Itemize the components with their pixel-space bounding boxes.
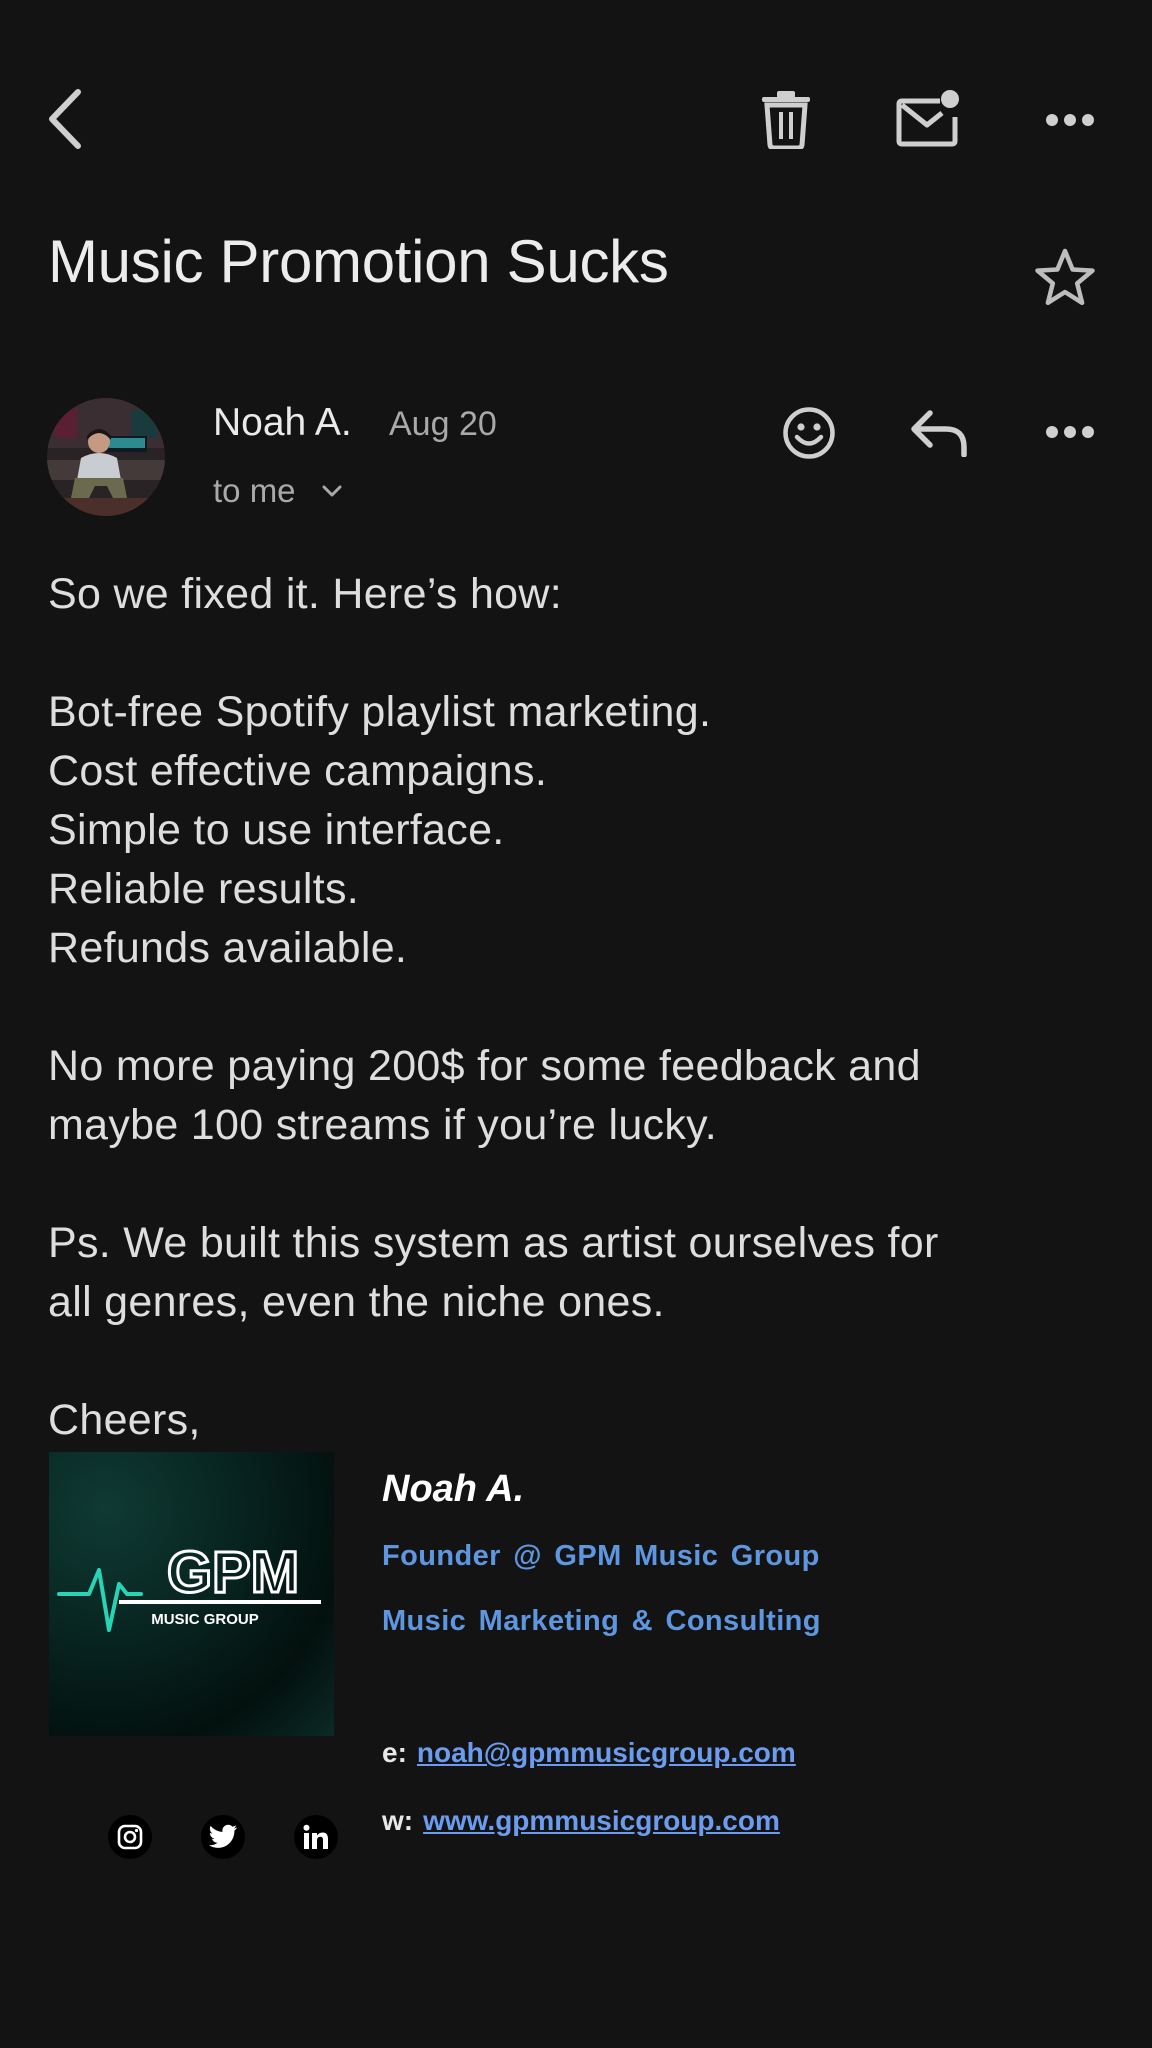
message-more-button[interactable] (1040, 412, 1100, 452)
reply-button[interactable] (906, 406, 972, 460)
linkedin-icon (303, 1824, 328, 1849)
sender-name[interactable]: Noah A. (213, 399, 352, 447)
email-label: e: (382, 1737, 407, 1768)
logo-subtext: MUSIC GROUP (151, 1611, 259, 1628)
star-icon (1035, 248, 1095, 306)
instagram-link[interactable] (108, 1815, 152, 1859)
company-logo: GPM MUSIC GROUP (49, 1452, 334, 1736)
body-paragraph-line: maybe 100 streams if you’re lucky. (48, 1101, 717, 1149)
signature-name: Noah A. (382, 1468, 525, 1510)
logo-text: GPM (167, 1540, 299, 1605)
instagram-icon (117, 1824, 143, 1850)
emoji-icon (783, 407, 835, 459)
email-view: Music Promotion Sucks Noah A. Aug 20 to … (0, 0, 1152, 2048)
web-label: w: (382, 1805, 414, 1836)
star-button[interactable] (1030, 244, 1100, 310)
body-point: Simple to use interface. (48, 806, 505, 854)
twitter-link[interactable] (201, 1815, 245, 1859)
add-reaction-button[interactable] (778, 402, 840, 464)
body-point: Cost effective campaigns. (48, 747, 548, 795)
gpm-logo-graphic: GPM MUSIC GROUP (57, 1539, 321, 1632)
body-paragraph-line: all genres, even the niche ones. (48, 1278, 665, 1326)
body-signoff: Cheers, (48, 1396, 201, 1444)
mark-unread-button[interactable] (894, 88, 964, 150)
delete-button[interactable] (756, 88, 816, 152)
avatar-photo (47, 398, 165, 516)
body-intro: So we fixed it. Here’s how: (48, 570, 562, 618)
back-arrow-icon (49, 89, 81, 149)
recipient-label: to me (213, 472, 296, 509)
body-point: Reliable results. (48, 865, 360, 913)
trash-icon (762, 91, 810, 149)
email-subject: Music Promotion Sucks (48, 228, 669, 295)
sender-avatar[interactable] (47, 398, 165, 516)
email-link[interactable]: noah@gpmmusicgroup.com (417, 1736, 796, 1770)
signature-title: Founder @ GPM Music Group (382, 1540, 820, 1572)
website-link[interactable]: www.gpmmusicgroup.com (423, 1804, 780, 1838)
mail-unread-icon (896, 90, 959, 147)
signature-email-row: e: noah@gpmmusicgroup.com (382, 1736, 796, 1770)
body-paragraph-line: Ps. We built this system as artist ourse… (48, 1219, 939, 1267)
body-point: Bot-free Spotify playlist marketing. (48, 688, 712, 736)
more-options-button[interactable] (1040, 98, 1100, 142)
more-horizontal-icon (1046, 114, 1094, 126)
back-button[interactable] (40, 84, 92, 154)
linkedin-link[interactable] (294, 1815, 338, 1859)
body-paragraph-line: No more paying 200$ for some feedback an… (48, 1042, 921, 1090)
email-date: Aug 20 (389, 405, 497, 443)
reply-icon (911, 410, 967, 457)
body-point: Refunds available. (48, 924, 408, 972)
twitter-icon (209, 1824, 237, 1848)
chevron-down-icon (322, 485, 342, 497)
signature-tagline: Music Marketing & Consulting (382, 1605, 821, 1637)
signature-web-row: w: www.gpmmusicgroup.com (382, 1804, 780, 1838)
more-horizontal-icon (1046, 426, 1094, 438)
recipient-details-toggle[interactable]: to me (213, 471, 342, 511)
email-body: So we fixed it. Here’s how: Bot-free Spo… (48, 565, 1108, 1450)
